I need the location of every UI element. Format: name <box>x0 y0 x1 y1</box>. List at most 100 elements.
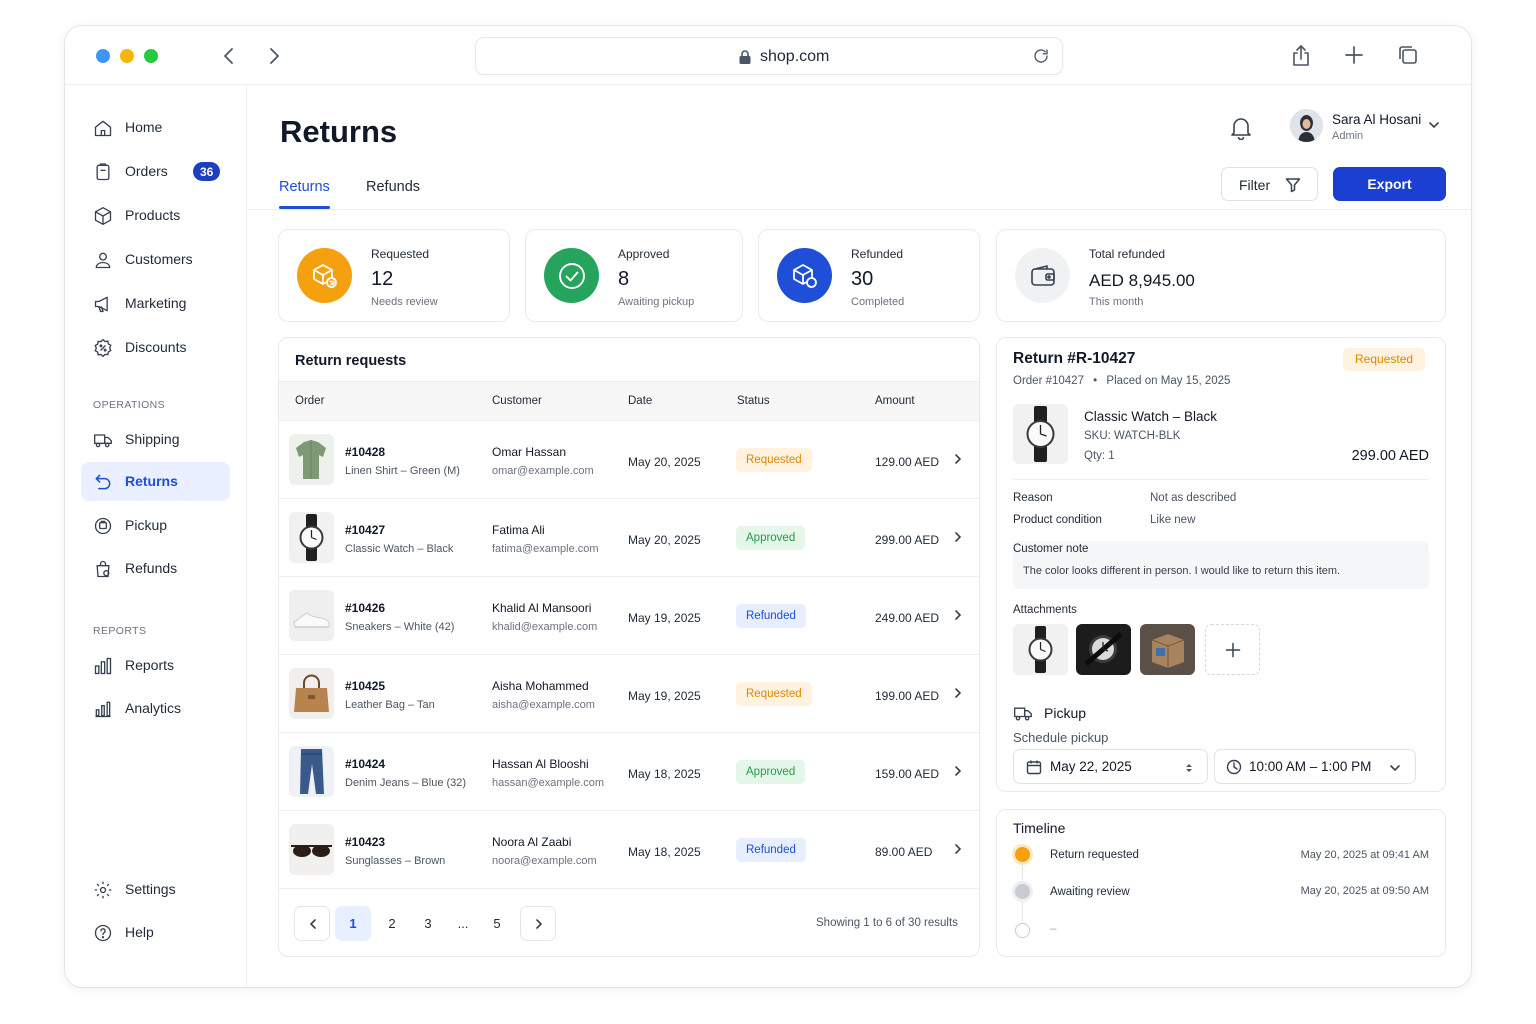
chevron-right-icon[interactable] <box>951 764 965 778</box>
back-arrow-icon[interactable] <box>217 44 241 68</box>
sidebar-item-label: Customers <box>125 251 193 267</box>
product-price: 299.00 AED <box>1351 448 1429 464</box>
wallet-icon <box>1015 248 1070 303</box>
sidebar-item-returns[interactable]: Returns <box>81 462 230 501</box>
chevron-right-icon[interactable] <box>951 842 965 856</box>
sidebar-item-orders[interactable]: Orders 36 <box>81 152 230 191</box>
sidebar-item-home[interactable]: Home <box>81 108 230 147</box>
tabs-overview-icon[interactable] <box>1397 44 1419 66</box>
page-ellipsis: ... <box>457 916 469 931</box>
discount-icon <box>93 338 113 358</box>
sidebar-item-pickup[interactable]: Pickup <box>81 506 230 545</box>
attachment-thumbnail[interactable] <box>1140 624 1195 675</box>
address-bar[interactable]: shop.com <box>475 37 1063 75</box>
column-header-order[interactable]: Order <box>295 395 324 407</box>
chevron-right-icon <box>536 919 543 929</box>
tab-refunds[interactable]: Refunds <box>366 179 420 195</box>
column-header-status[interactable]: Status <box>737 395 770 407</box>
page-button-5[interactable]: 5 <box>479 906 515 941</box>
product-thumbnail-sunglasses <box>289 824 334 875</box>
forward-arrow-icon[interactable] <box>262 44 286 68</box>
chevron-right-icon[interactable] <box>951 608 965 622</box>
chevron-right-icon[interactable] <box>951 452 965 466</box>
product-thumbnail-jeans <box>289 746 334 797</box>
product-thumbnail-sneaker <box>289 590 334 641</box>
pickup-date-picker[interactable]: May 22, 2025 <box>1013 749 1208 784</box>
amount: 299.00 AED <box>875 533 940 547</box>
user-name: Sara Al Hosani <box>1332 112 1422 127</box>
filter-button-label: Filter <box>1239 177 1271 193</box>
sidebar-item-label: Returns <box>125 473 178 489</box>
bell-icon[interactable] <box>1230 116 1252 140</box>
stat-subtext: Awaiting pickup <box>618 296 695 308</box>
page-button-2[interactable]: 2 <box>374 906 410 941</box>
operations-section-label: OPERATIONS <box>93 399 166 411</box>
calendar-icon <box>1026 760 1042 775</box>
sidebar-item-help[interactable]: Help <box>81 913 230 952</box>
return-date: May 18, 2025 <box>628 767 701 781</box>
table-row[interactable]: #10426 Sneakers – White (42) Khalid Al M… <box>279 577 979 655</box>
sidebar-item-discounts[interactable]: Discounts <box>81 328 230 367</box>
status-badge: Requested <box>736 682 812 706</box>
sidebar-item-analytics[interactable]: Analytics <box>81 689 230 728</box>
sidebar-item-label: Analytics <box>125 700 182 716</box>
sidebar-item-marketing[interactable]: Marketing <box>81 284 230 323</box>
sidebar-item-label: Marketing <box>125 295 187 311</box>
table-row[interactable]: #10427 Classic Watch – Black Fatima Ali … <box>279 499 979 577</box>
product-name: Linen Shirt – Green (M) <box>345 465 460 477</box>
sidebar-item-customers[interactable]: Customers <box>81 240 230 279</box>
filter-button[interactable]: Filter <box>1221 167 1318 201</box>
window-minimize-dot[interactable] <box>120 49 134 63</box>
status-badge: Approved <box>736 526 806 550</box>
reason-value: Not as described <box>1150 492 1237 504</box>
reload-icon[interactable] <box>1032 47 1050 65</box>
product-sku: SKU: WATCH-BLK <box>1084 430 1181 442</box>
table-row[interactable]: #10424 Denim Jeans – Blue (32) Hassan Al… <box>279 733 979 811</box>
separator-dot: • <box>1093 375 1098 387</box>
sidebar-item-refunds[interactable]: Refunds <box>81 549 230 588</box>
sidebar-item-label: Settings <box>125 881 176 897</box>
sidebar-item-reports[interactable]: Reports <box>81 646 230 685</box>
status-badge: Refunded <box>736 604 806 628</box>
sidebar-item-shipping[interactable]: Shipping <box>81 420 230 459</box>
page-button-1[interactable]: 1 <box>335 906 371 941</box>
box-icon <box>93 206 113 226</box>
return-date: May 20, 2025 <box>628 455 701 469</box>
return-requests-panel: Return requests Order Customer Date Stat… <box>278 337 980 957</box>
prev-page-button[interactable] <box>294 906 330 941</box>
column-header-date[interactable]: Date <box>628 395 652 407</box>
table-header: Order Customer Date Status Amount <box>279 381 979 421</box>
orders-count-badge: 36 <box>193 162 221 181</box>
tab-returns[interactable]: Returns <box>279 179 330 195</box>
pickup-time-value: 10:00 AM – 1:00 PM <box>1249 759 1372 774</box>
window-close-dot[interactable] <box>96 49 110 63</box>
attachment-thumbnail[interactable] <box>1076 624 1131 675</box>
chevron-right-icon[interactable] <box>951 530 965 544</box>
sidebar-item-settings[interactable]: Settings <box>81 870 230 909</box>
avatar[interactable] <box>1290 109 1323 142</box>
chevron-down-icon[interactable] <box>1428 119 1440 131</box>
customer-name: Noora Al Zaabi <box>492 835 572 849</box>
status-badge: Approved <box>736 760 806 784</box>
column-header-amount[interactable]: Amount <box>875 395 915 407</box>
stat-card-requested: Requested 12 Needs review <box>278 229 510 322</box>
pickup-date-value: May 22, 2025 <box>1050 759 1132 774</box>
new-tab-plus-icon[interactable] <box>1343 44 1365 66</box>
window-maximize-dot[interactable] <box>144 49 158 63</box>
pickup-time-select[interactable]: 10:00 AM – 1:00 PM <box>1214 749 1416 784</box>
column-header-customer[interactable]: Customer <box>492 395 542 407</box>
add-attachment-button[interactable] <box>1205 624 1260 675</box>
table-row[interactable]: #10428 Linen Shirt – Green (M) Omar Hass… <box>279 421 979 499</box>
table-row[interactable]: #10423 Sunglasses – Brown Noora Al Zaabi… <box>279 811 979 889</box>
export-button[interactable]: Export <box>1333 167 1446 201</box>
chevron-right-icon[interactable] <box>951 686 965 700</box>
product-qty: Qty: 1 <box>1084 450 1115 462</box>
table-row[interactable]: #10425 Leather Bag – Tan Aisha Mohammed … <box>279 655 979 733</box>
condition-label: Product condition <box>1013 514 1102 526</box>
order-number: #10426 <box>345 601 386 615</box>
page-button-3[interactable]: 3 <box>410 906 446 941</box>
share-icon[interactable] <box>1290 44 1312 68</box>
next-page-button[interactable] <box>520 906 556 941</box>
attachment-thumbnail[interactable] <box>1013 624 1068 675</box>
sidebar-item-products[interactable]: Products <box>81 196 230 235</box>
